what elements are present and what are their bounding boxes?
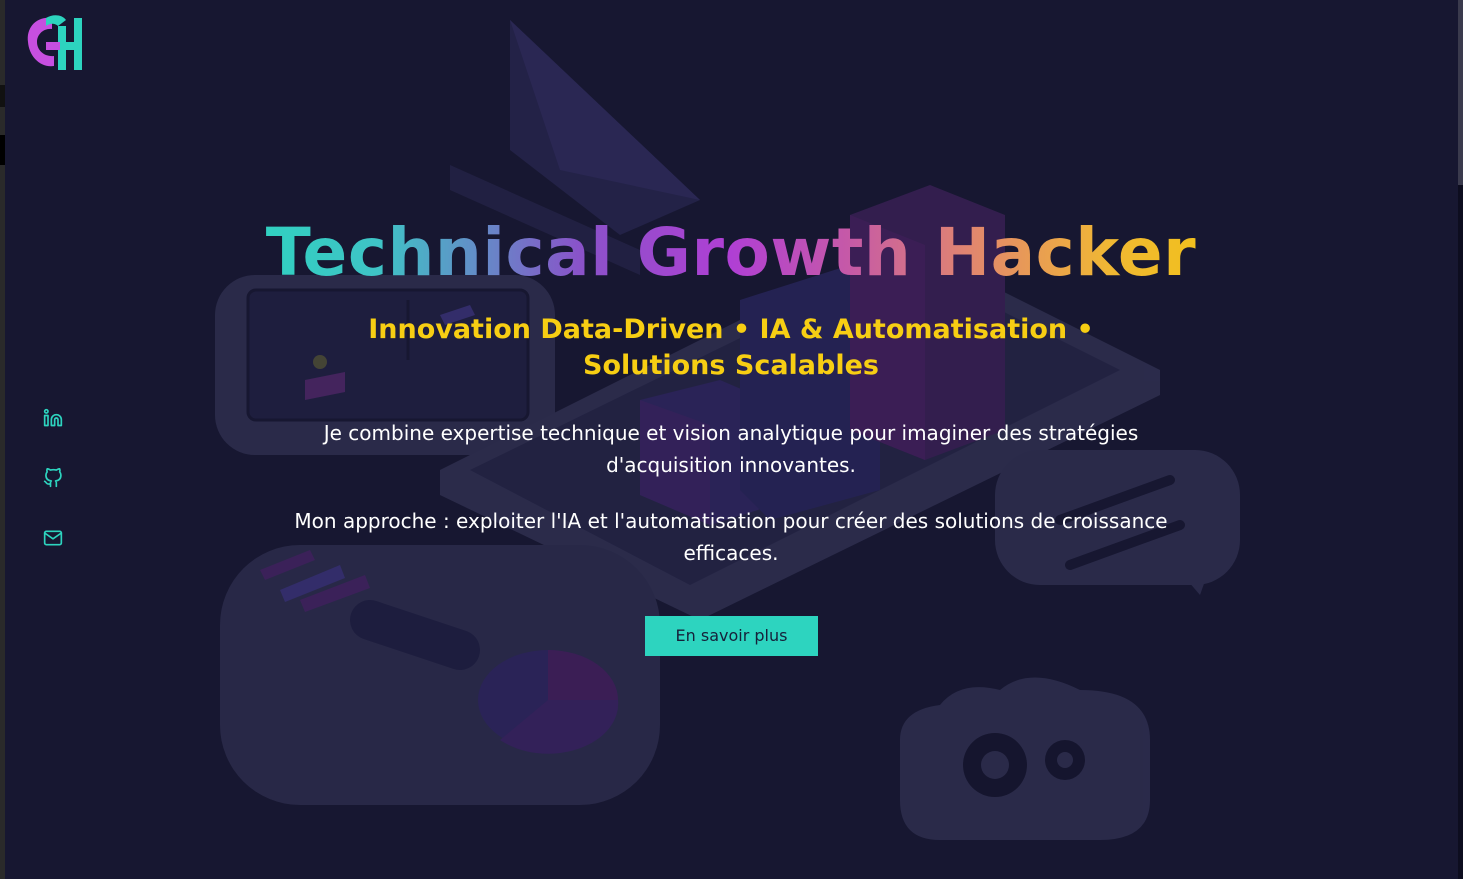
edge-mark [0, 85, 5, 107]
left-window-edge [0, 0, 5, 879]
hero-title: Technical Growth Hacker [231, 208, 1231, 298]
github-icon [43, 468, 62, 488]
hero-subtitle: Innovation Data-Driven • IA & Automatisa… [368, 314, 1094, 381]
page: Technical Growth Hacker Innovation Data-… [0, 0, 1463, 879]
learn-more-button[interactable]: En savoir plus [645, 616, 818, 656]
hero-paragraph-2: Mon approche : exploiter l'IA et l'autom… [294, 509, 1168, 565]
linkedin-icon [43, 408, 63, 427]
scrollbar-thumb[interactable] [1458, 0, 1463, 185]
github-link[interactable] [40, 465, 66, 491]
scrollbar[interactable] [1458, 0, 1463, 879]
logo[interactable] [22, 12, 84, 74]
edge-mark [0, 135, 5, 165]
linkedin-link[interactable] [40, 405, 66, 431]
mail-icon [43, 530, 63, 546]
email-link[interactable] [40, 525, 66, 551]
hero-paragraph-1: Je combine expertise technique et vision… [323, 421, 1139, 477]
